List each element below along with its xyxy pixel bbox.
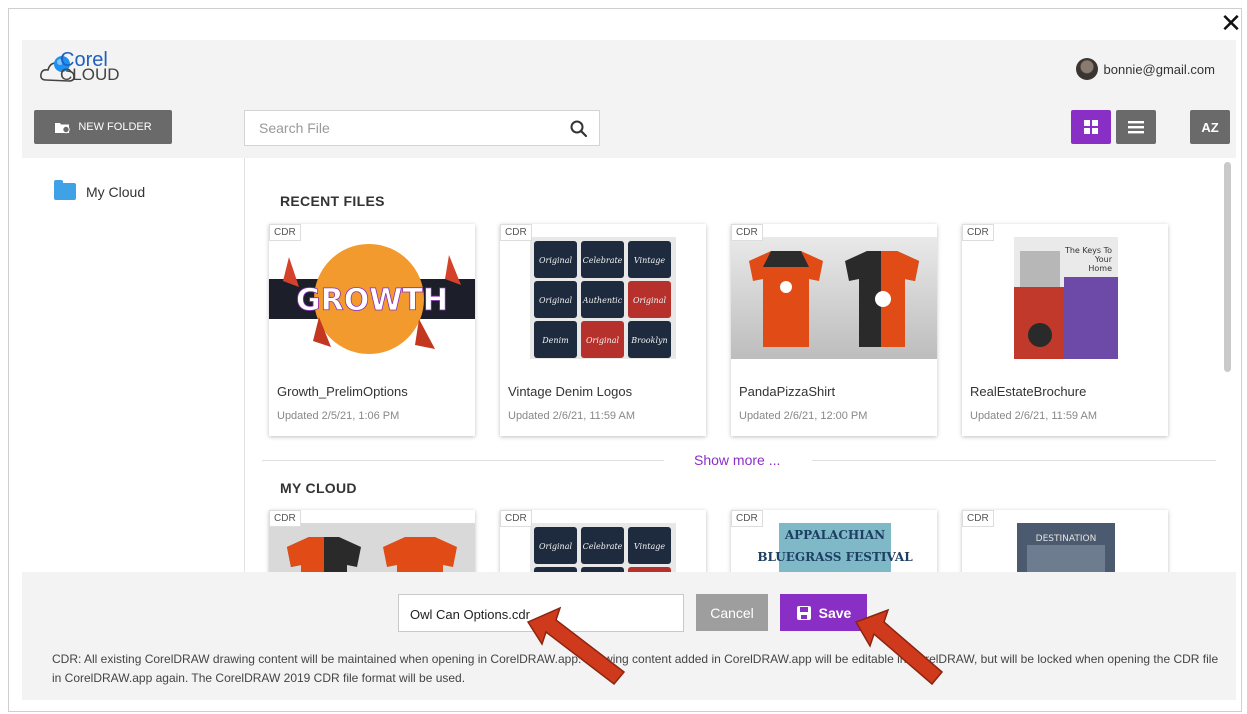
recent-files-heading: RECENT FILES [280, 193, 385, 209]
folder-icon [54, 180, 76, 200]
cancel-button[interactable]: Cancel [696, 594, 768, 631]
file-updated-date: Updated 2/6/21, 12:00 PM [739, 410, 868, 422]
vintage-logo-label: Original [539, 296, 573, 305]
list-view-button[interactable] [1116, 110, 1156, 144]
file-thumbnail: The Keys To Your Home [962, 237, 1168, 359]
grid-view-button[interactable] [1071, 110, 1111, 144]
sidebar [22, 158, 245, 572]
divider [812, 460, 1216, 461]
file-updated-date: Updated 2/6/21, 11:59 AM [508, 410, 635, 422]
file-type-badge: CDR [962, 224, 994, 241]
file-thumbnail: DESTINATION [962, 523, 1168, 572]
search-icon[interactable] [569, 119, 589, 139]
header-bar [22, 40, 1236, 96]
my-cloud-heading: MY CLOUD [280, 480, 357, 496]
file-card[interactable]: CDR APPALACHIAN BLUEGRASS FESTIVAL [731, 510, 937, 572]
vintage-logo-label: Vintage [634, 256, 665, 265]
file-card[interactable]: CDR DESTINATION [962, 510, 1168, 572]
file-thumbnail: OriginalCelebrateVintageOriginalAuthenti… [500, 523, 706, 572]
file-updated-date: Updated 2/6/21, 11:59 AM [970, 410, 1097, 422]
thumb-bluegrass-line: BLUEGRASS FESTIVAL [757, 550, 913, 564]
file-type-badge: CDR [731, 224, 763, 241]
vintage-logo-label: Celebrate [583, 256, 623, 265]
file-updated-date: Updated 2/5/21, 1:06 PM [277, 410, 400, 422]
thumb-brochure-line: Your [1094, 255, 1113, 264]
file-thumbnail: APPALACHIAN BLUEGRASS FESTIVAL [731, 523, 937, 572]
scrollbar[interactable] [1224, 162, 1231, 372]
thumb-destination-text: DESTINATION [1036, 534, 1097, 544]
vintage-logo-label: Celebrate [583, 542, 623, 551]
account-email: bonnie@gmail.com [1103, 61, 1215, 77]
vintage-logo-label: Brooklyn [630, 336, 667, 345]
file-thumbnail [731, 237, 937, 359]
close-icon[interactable]: ✕ [1218, 10, 1244, 36]
grid-icon [1084, 120, 1098, 134]
new-folder-icon [55, 122, 71, 133]
show-more-link[interactable]: Show more ... [694, 452, 780, 468]
new-folder-button[interactable]: NEW FOLDER [34, 110, 172, 144]
file-type-badge: CDR [500, 510, 532, 527]
vintage-logo-label: Original [539, 542, 573, 551]
file-thumbnail: Original Celebrate Vintage Original Authenti… [500, 237, 706, 359]
toolbar [22, 96, 1236, 158]
file-card[interactable]: CDR OriginalCelebrateVintageOriginalAuth… [500, 510, 706, 572]
sidebar-item-my-cloud[interactable]: My Cloud [54, 180, 146, 200]
file-card[interactable]: CDR GROWTH Growth_PrelimOptions Updated … [269, 224, 475, 436]
new-folder-label: NEW FOLDER [78, 121, 152, 133]
search-box[interactable] [244, 110, 600, 146]
file-type-badge: CDR [269, 510, 301, 527]
file-name: Growth_PrelimOptions [277, 384, 408, 399]
sort-az-button[interactable]: AZ [1190, 110, 1230, 144]
vintage-logo-label: Vintage [634, 542, 665, 551]
thumb-bluegrass-line: APPALACHIAN [784, 528, 885, 542]
annotation-arrow [526, 606, 626, 686]
account-menu[interactable]: bonnie@gmail.com [1075, 57, 1215, 81]
vintage-logo-label: Denim [541, 336, 569, 345]
file-type-badge: CDR [731, 510, 763, 527]
vintage-logo-label: Original [586, 336, 620, 345]
search-input[interactable] [257, 119, 561, 137]
file-card[interactable]: CDR PandaPizzaShirt Updated 2/6/21, 12:0… [731, 224, 937, 436]
file-type-badge: CDR [500, 224, 532, 241]
file-type-badge: CDR [269, 224, 301, 241]
file-name: Vintage Denim Logos [508, 384, 633, 399]
file-card[interactable]: CDR Original Celebrate Vintage Original Auth… [500, 224, 706, 436]
thumb-brochure-line: The Keys To [1064, 246, 1112, 255]
vintage-logo-label: Original [633, 296, 667, 305]
save-icon [796, 605, 811, 620]
divider [262, 460, 664, 461]
file-type-badge: CDR [962, 510, 994, 527]
file-card[interactable]: CDR [269, 510, 475, 572]
file-thumbnail: GROWTH [269, 237, 475, 359]
my-cloud-row: CDR CDR OriginalCelebrateVintageOriginal… [245, 500, 1236, 572]
file-name: PandaPizzaShirt [739, 384, 836, 399]
sidebar-item-label: My Cloud [86, 183, 146, 200]
thumb-brochure-line: Home [1088, 264, 1112, 273]
vintage-logo-label: Original [539, 256, 573, 265]
file-card[interactable]: CDR The Keys To Your Home RealEstateBroc… [962, 224, 1168, 436]
thumb-growth-text: GROWTH [296, 283, 448, 318]
file-thumbnail [269, 523, 475, 572]
avatar [1075, 58, 1098, 80]
annotation-arrow [854, 608, 944, 686]
vintage-logo-label: Authentic [582, 296, 623, 305]
brand-subtitle: CLOUD [60, 65, 120, 84]
file-name: RealEstateBrochure [970, 384, 1087, 399]
list-icon [1128, 121, 1144, 134]
